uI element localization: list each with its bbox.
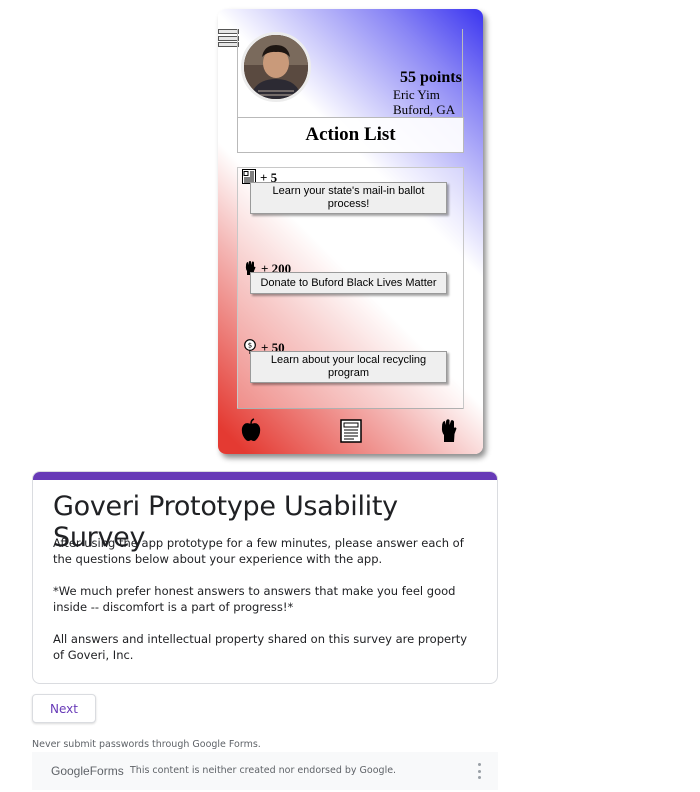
hamburger-menu-icon[interactable] xyxy=(218,29,239,47)
next-button[interactable]: Next xyxy=(32,694,96,723)
password-warning: Never submit passwords through Google Fo… xyxy=(32,739,261,750)
user-location: Buford, GA xyxy=(393,102,456,117)
brand-forms: Forms xyxy=(89,764,124,778)
raised-fist-icon[interactable] xyxy=(438,418,460,442)
form-description-paragraph: After using the app prototype for a few … xyxy=(53,536,464,566)
form-accent-bar xyxy=(33,472,497,480)
form-footer: GoogleForms This content is neither crea… xyxy=(32,752,498,790)
action-button-mail-in-ballot[interactable]: Learn your state's mail-in ballot proces… xyxy=(250,182,447,214)
apple-icon[interactable] xyxy=(240,418,262,442)
svg-text:$: $ xyxy=(248,342,252,350)
divider xyxy=(237,29,238,129)
form-description-paragraph: All answers and intellectual property sh… xyxy=(53,632,468,662)
app-prototype-card: 55 points Eric Yim Buford, GA Action Lis… xyxy=(218,9,483,454)
action-list-title: Action List xyxy=(305,124,396,145)
google-forms-logo[interactable]: GoogleForms xyxy=(51,764,124,778)
avatar[interactable] xyxy=(241,32,311,102)
avatar-photo xyxy=(244,35,308,99)
endorsement-disclaimer: This content is neither created nor endo… xyxy=(130,765,397,776)
form-description: After using the app prototype for a few … xyxy=(53,535,473,679)
action-button-donate-blm[interactable]: Donate to Buford Black Lives Matter xyxy=(250,272,447,294)
action-button-recycling[interactable]: Learn about your local recycling program xyxy=(250,351,447,383)
divider xyxy=(462,29,463,129)
user-name: Eric Yim xyxy=(393,87,440,102)
divider xyxy=(237,408,463,409)
document-icon[interactable] xyxy=(340,419,362,443)
more-options-icon[interactable] xyxy=(476,763,482,779)
form-description-paragraph: *We much prefer honest answers to answer… xyxy=(53,584,456,614)
brand-google: Google xyxy=(51,764,90,778)
action-list-header: Action List xyxy=(237,117,464,153)
user-points: 55 points xyxy=(400,69,462,86)
form-header-card: Goveri Prototype Usability Survey After … xyxy=(32,471,498,684)
